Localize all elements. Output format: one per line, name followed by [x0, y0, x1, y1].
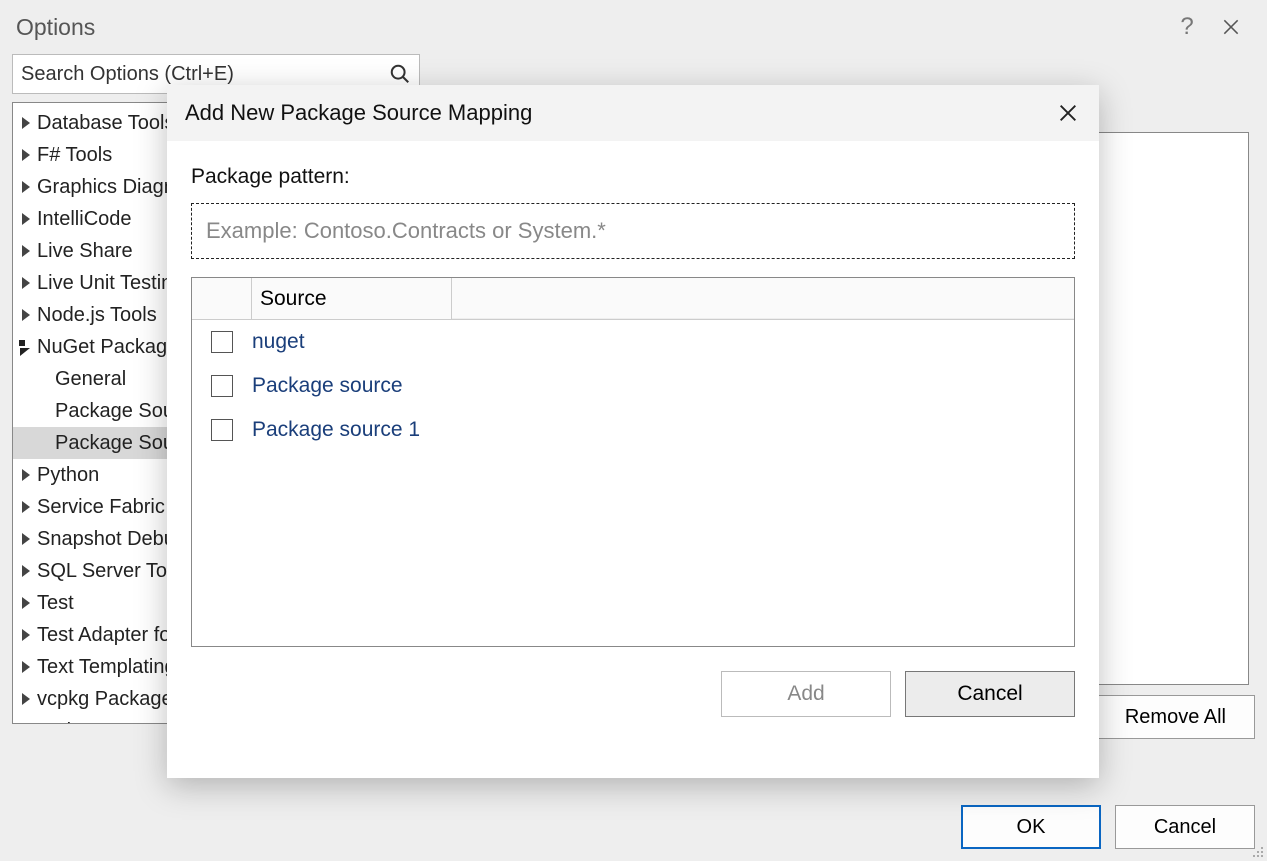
chevron-right-icon[interactable]	[19, 276, 33, 290]
source-checkbox[interactable]	[211, 419, 233, 441]
remove-all-button[interactable]: Remove All	[1096, 695, 1255, 739]
dialog-cancel-button[interactable]: Cancel	[905, 671, 1075, 717]
add-mapping-dialog: Add New Package Source Mapping Package p…	[167, 85, 1099, 778]
source-name: Package source 1	[252, 418, 420, 442]
tree-item-label: Live Share	[37, 240, 133, 263]
chevron-right-icon[interactable]	[19, 500, 33, 514]
tree-item-label: Python	[37, 464, 99, 487]
chevron-right-icon[interactable]	[19, 180, 33, 194]
pattern-input[interactable]	[191, 203, 1075, 259]
chevron-right-icon[interactable]	[19, 468, 33, 482]
tree-item-label: Node.js Tools	[37, 304, 157, 327]
chevron-right-icon[interactable]	[19, 596, 33, 610]
tree-item-label: Database Tools	[37, 112, 175, 135]
chevron-right-icon[interactable]	[19, 308, 33, 322]
tree-item-label: Test	[37, 592, 74, 615]
tree-item-label: Live Unit Testing	[37, 272, 183, 295]
search-icon	[389, 63, 411, 85]
search-input[interactable]	[21, 63, 389, 86]
chevron-right-icon[interactable]	[19, 148, 33, 162]
tree-item-label: General	[55, 368, 126, 391]
chevron-right-icon[interactable]	[19, 564, 33, 578]
resize-grip[interactable]	[1249, 843, 1263, 857]
chevron-right-icon[interactable]	[19, 212, 33, 226]
window-title: Options	[16, 14, 95, 41]
chevron-right-icon[interactable]	[19, 628, 33, 642]
chevron-right-icon[interactable]	[19, 660, 33, 674]
tree-item-label: F# Tools	[37, 144, 112, 167]
source-name: nuget	[252, 330, 305, 354]
close-icon[interactable]	[1209, 9, 1253, 45]
chevron-right-icon[interactable]	[19, 532, 33, 546]
add-button[interactable]: Add	[721, 671, 891, 717]
chevron-right-icon[interactable]	[19, 692, 33, 706]
tree-item-label: IntelliCode	[37, 208, 132, 231]
source-name-header: Source	[252, 278, 452, 319]
source-checkbox[interactable]	[211, 331, 233, 353]
dialog-close-icon[interactable]	[1051, 96, 1085, 130]
source-table: Source nuget Package source Package source…	[191, 277, 1075, 647]
source-row[interactable]: Package source 1	[192, 408, 1074, 452]
dialog-titlebar: Add New Package Source Mapping	[167, 85, 1099, 141]
tree-item-label: Text Templating	[37, 656, 176, 679]
source-row[interactable]: Package source	[192, 364, 1074, 408]
chevron-down-icon[interactable]	[19, 340, 33, 354]
chevron-right-icon[interactable]	[19, 116, 33, 130]
source-row[interactable]: nuget	[192, 320, 1074, 364]
titlebar: Options ?	[0, 0, 1267, 54]
dialog-title: Add New Package Source Mapping	[185, 100, 532, 126]
help-icon[interactable]: ?	[1165, 9, 1209, 45]
source-checkbox[interactable]	[211, 375, 233, 397]
source-check-header	[192, 278, 252, 319]
ok-button[interactable]: OK	[961, 805, 1101, 849]
pattern-label: Package pattern:	[191, 165, 1075, 189]
cancel-button[interactable]: Cancel	[1115, 805, 1255, 849]
chevron-right-icon[interactable]	[19, 244, 33, 258]
source-name: Package source	[252, 374, 403, 398]
